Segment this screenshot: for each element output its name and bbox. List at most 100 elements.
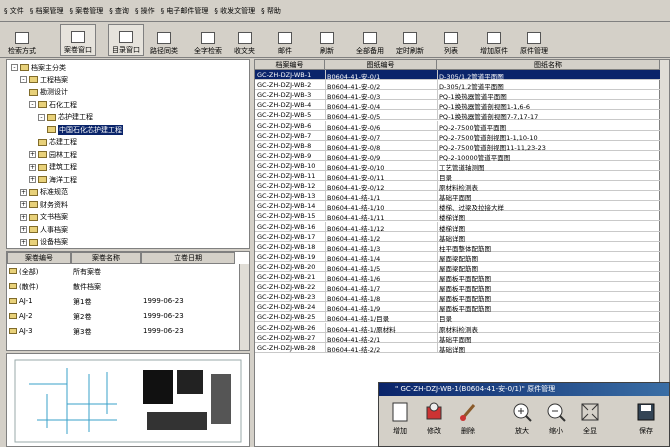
popup-button-0[interactable]: 增加 [385, 401, 415, 443]
menu-item-2[interactable]: § 案卷管理 [69, 6, 103, 16]
toolbar-button-2[interactable]: 目录窗口 [108, 24, 144, 56]
tree-node[interactable]: + 园林工程 [29, 149, 77, 160]
expand-icon[interactable]: + [29, 151, 36, 158]
case-list-row[interactable]: AJ-3 第3卷 1999-06-23 [7, 326, 235, 337]
tree-node[interactable]: - 工程档案 [20, 74, 68, 85]
col-header-case-no[interactable]: 案卷编号 [7, 252, 71, 264]
tree-node[interactable]: - 芯护建工程 [38, 112, 93, 123]
grid-row[interactable]: GC-ZH-DZJ-WB-11 B0604-41-安-0/11 目录 [255, 171, 660, 182]
col-header-case-name[interactable]: 案卷名称 [71, 252, 141, 264]
toolbar-button-10[interactable]: 列表 [444, 24, 458, 56]
tree-node[interactable]: + 海洋工程 [29, 174, 77, 185]
grid-row[interactable]: GC-ZH-DZJ-WB-26 B0604-41-结-1/原材料 原材料检测表 [255, 322, 660, 334]
grid-row[interactable]: GC-ZH-DZJ-WB-9 B0604-41-安-0/9 PQ-2-10000管道… [255, 150, 660, 162]
popup-button-1[interactable]: 修改 [419, 401, 449, 443]
expand-icon[interactable]: + [29, 176, 36, 183]
add-icon [392, 402, 408, 422]
case-list[interactable]: 案卷编号 案卷名称 立卷日期 (全部) 所有案卷 (散件) 散件档案 AJ-1 第1卷 19… [6, 251, 250, 351]
case-list-scrollbar[interactable] [239, 264, 249, 350]
popup-button-6[interactable]: 保存 [631, 401, 661, 443]
expand-icon[interactable]: + [20, 238, 27, 246]
tree-node[interactable]: 中国石化芯护建工程 [47, 124, 123, 135]
toolbar-button-11[interactable]: 增加原件 [480, 24, 508, 56]
collapse-icon[interactable]: - [38, 113, 45, 121]
grid-row[interactable]: GC-ZH-DZJ-WB-28 B0604-41-结-2/2 基础详图 [255, 342, 660, 354]
grid-row[interactable]: GC-ZH-DZJ-WB-15 B0604-41-结-1/11 楼梯详图 [255, 211, 660, 222]
tree-node[interactable]: + 人事档案 [20, 224, 68, 235]
toolbar-button-0[interactable]: 检索方式 [8, 24, 36, 56]
grid-row[interactable]: GC-ZH-DZJ-WB-27 B0604-41-结-2/1 基础平面图 [255, 332, 660, 344]
grid-header-archive-no[interactable]: 档案编号 [255, 60, 325, 70]
collapse-icon[interactable]: - [20, 76, 27, 83]
grid-row[interactable]: GC-ZH-DZJ-WB-21 B0604-41-结-1/6 屋面板平面配筋图 [255, 272, 660, 283]
toolbar-button-3[interactable]: 路径同类 [150, 24, 178, 56]
grid-row[interactable]: GC-ZH-DZJ-WB-16 B0604-41-结-1/12 楼梯详图 [255, 221, 660, 233]
case-list-row[interactable]: (散件) 散件档案 [7, 281, 235, 292]
grid-row[interactable]: GC-ZH-DZJ-WB-5 B0604-41-安-0/5 PQ-1换热器管道剖视图… [255, 110, 660, 121]
grid-row[interactable]: GC-ZH-DZJ-WB-4 B0604-41-安-0/4 PQ-1换热器管道剖视图… [255, 100, 660, 111]
grid-row[interactable]: GC-ZH-DZJ-WB-1 B0604-41-安-0/1 D-305/1.2管道平… [255, 70, 660, 81]
grid-divider [325, 322, 326, 333]
toolbar-button-4[interactable]: 全字检索 [194, 24, 222, 56]
expand-icon[interactable]: + [20, 201, 27, 208]
menu-item-3[interactable]: § 查询 [109, 6, 129, 16]
tree-node[interactable]: + 财务资料 [20, 199, 68, 210]
tree-node[interactable]: + 建筑工程 [29, 162, 77, 173]
toolbar-button-6[interactable]: 邮件 [278, 24, 292, 56]
case-list-row[interactable]: (全部) 所有案卷 [7, 266, 235, 277]
grid-row[interactable]: GC-ZH-DZJ-WB-24 B0604-41-结-1/9 屋面板平面配筋图 [255, 302, 660, 313]
toolbar-button-7[interactable]: 刷新 [320, 24, 334, 56]
menu-item-5[interactable]: § 电子邮件管理 [161, 6, 209, 16]
popup-button-5[interactable]: 全显 [575, 401, 605, 443]
tree-root[interactable]: - 档案主分类 [11, 62, 66, 73]
grid-row[interactable]: GC-ZH-DZJ-WB-23 B0604-41-结-1/8 屋面板平面配筋图 [255, 292, 660, 303]
tree-node[interactable]: + 设备档案 [20, 237, 68, 248]
menu-item-0[interactable]: § 文件 [4, 6, 24, 16]
grid-row[interactable]: GC-ZH-DZJ-WB-6 B0604-41-安-0/6 PQ-2-7500管道平… [255, 120, 660, 132]
grid-row[interactable]: GC-ZH-DZJ-WB-2 B0604-41-安-0/2 D-305/1.2管道平… [255, 80, 660, 91]
expand-icon[interactable]: + [20, 213, 27, 221]
expand-icon[interactable]: + [20, 226, 27, 233]
grid-row[interactable]: GC-ZH-DZJ-WB-10 B0604-41-安-0/10 工艺管道轴测图 [255, 160, 660, 172]
tree-node[interactable]: + 标准规范 [20, 187, 68, 198]
menu-item-6[interactable]: § 收发文管理 [214, 6, 255, 16]
grid-row[interactable]: GC-ZH-DZJ-WB-17 B0604-41-结-1/2 基础详图 [255, 231, 660, 243]
popup-button-3[interactable]: 放大 [507, 401, 537, 443]
col-header-case-date[interactable]: 立卷日期 [141, 252, 235, 264]
collapse-icon[interactable]: - [29, 101, 36, 108]
grid-header-drawing-name[interactable]: 图纸名称 [437, 60, 660, 70]
menu-item-4[interactable]: § 操作 [135, 6, 155, 16]
grid-row[interactable]: GC-ZH-DZJ-WB-8 B0604-41-安-0/8 PQ-2-7500管道剖… [255, 140, 660, 152]
collapse-icon[interactable]: - [11, 64, 18, 71]
grid-row[interactable]: GC-ZH-DZJ-WB-14 B0604-41-结-1/10 楼梯、过梁及拉接大样 [255, 201, 660, 212]
grid-row[interactable]: GC-ZH-DZJ-WB-3 B0604-41-安-0/3 PQ-1换热器管道平面图 [255, 90, 660, 101]
grid-row[interactable]: GC-ZH-DZJ-WB-19 B0604-41-结-1/4 屋面梁配筋图 [255, 251, 660, 263]
case-list-row[interactable]: AJ-1 第1卷 1999-06-23 [7, 296, 235, 307]
grid-row[interactable]: GC-ZH-DZJ-WB-12 B0604-41-安-0/12 原材料检测表 [255, 181, 660, 192]
expand-icon[interactable]: + [29, 163, 36, 171]
toolbar-button-5[interactable]: 收文夹 [234, 24, 255, 56]
tree-node[interactable]: + 文书档案 [20, 212, 68, 223]
tree-node[interactable]: - 石化工程 [29, 99, 77, 110]
popup-button-4[interactable]: 缩小 [541, 401, 571, 443]
toolbar-button-9[interactable]: 定时刷新 [396, 24, 424, 56]
tree-node[interactable]: 芯建工程 [38, 137, 77, 148]
tree-node[interactable]: 勘测设计 [29, 87, 68, 98]
grid-row[interactable]: GC-ZH-DZJ-WB-22 B0604-41-结-1/7 屋面板平面配筋图 [255, 282, 660, 293]
toolbar-button-8[interactable]: 全部备用 [356, 24, 384, 56]
grid-row[interactable]: GC-ZH-DZJ-WB-18 B0604-41-结-1/3 柱平面整体配筋图 [255, 241, 660, 253]
grid-row[interactable]: GC-ZH-DZJ-WB-13 B0604-41-结-1/1 基础平面图 [255, 191, 660, 202]
grid-row[interactable]: GC-ZH-DZJ-WB-20 B0604-41-结-1/5 屋面梁配筋图 [255, 261, 660, 273]
menu-item-7[interactable]: § 帮助 [261, 6, 281, 16]
popup-title-text: " GC-ZH-DZJ-WB-1(B0604-41-安-0/1)" 原件管理 [395, 385, 556, 393]
menu-item-1[interactable]: § 档案管理 [30, 6, 64, 16]
grid-row[interactable]: GC-ZH-DZJ-WB-25 B0604-41-结-1/目录 目录 [255, 312, 660, 323]
case-list-row[interactable]: AJ-2 第2卷 1999-06-23 [7, 311, 235, 322]
popup-button-2[interactable]: 删除 [453, 401, 483, 443]
toolbar-button-1[interactable]: 案卷窗口 [60, 24, 96, 56]
grid-header-drawing-no[interactable]: 图纸编号 [325, 60, 437, 70]
expand-icon[interactable]: + [20, 188, 27, 196]
toolbar-button-12[interactable]: 原件管理 [520, 24, 548, 56]
grid-row[interactable]: GC-ZH-DZJ-WB-7 B0604-41-安-0/7 PQ-2-7500管道剖… [255, 130, 660, 142]
category-tree[interactable]: - 档案主分类 - 工程档案勘测设计 - 石化工程 - 芯护建工程 中国石化芯护建工程芯建工… [6, 59, 250, 249]
